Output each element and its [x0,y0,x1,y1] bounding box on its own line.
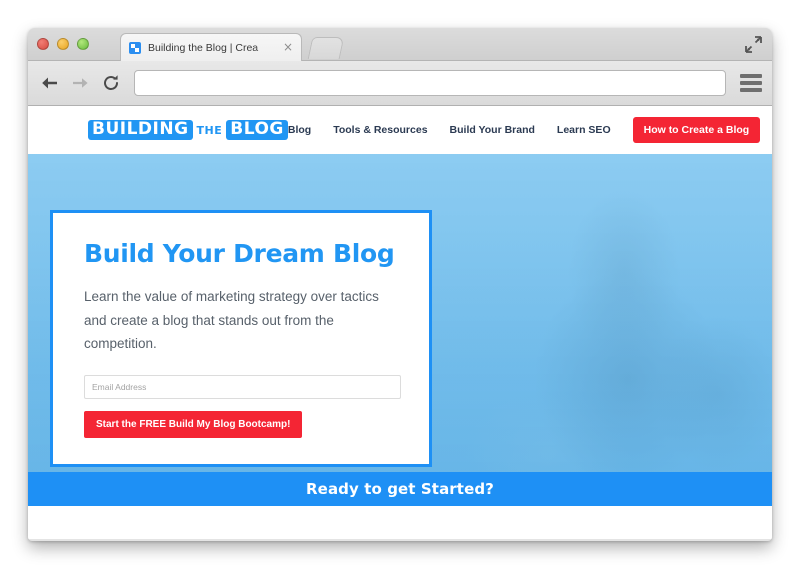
hero-card: Build Your Dream Blog Learn the value of… [50,210,432,467]
ready-to-get-started-bar[interactable]: Ready to get Started? [28,472,772,506]
hamburger-menu-icon[interactable] [740,72,762,94]
close-tab-icon[interactable]: × [281,40,295,55]
new-tab-button[interactable] [307,37,345,59]
hero-body-text: Learn the value of marketing strategy ov… [84,289,379,352]
back-button[interactable] [38,72,60,94]
nav-link-build-your-brand[interactable]: Build Your Brand [450,124,535,136]
minimize-window-button[interactable] [57,38,69,50]
email-input[interactable] [84,374,401,399]
reload-button[interactable] [100,72,122,94]
logo-word-building: BUILDING [88,120,193,140]
nav-cta-how-to-create-a-blog[interactable]: How to Create a Blog [632,117,761,143]
nav-links: Blog Tools & Resources Build Your Brand … [288,117,761,143]
logo-word-the: THE [196,123,223,137]
browser-window: Building the Blog | Crea × BUILDING THE … [28,28,772,541]
browser-tab-strip: Building the Blog | Crea × [28,28,772,61]
nav-link-learn-seo[interactable]: Learn SEO [557,124,611,136]
fullscreen-icon[interactable] [745,36,762,53]
browser-toolbar [28,61,772,106]
close-window-button[interactable] [37,38,49,50]
site-logo[interactable]: BUILDING THE BLOG [88,120,288,140]
zoom-window-button[interactable] [77,38,89,50]
browser-tab-active[interactable]: Building the Blog | Crea × [120,33,302,61]
hero-section: Build Your Dream Blog Learn the value of… [28,154,772,506]
page-viewport: BUILDING THE BLOG Blog Tools & Resources… [28,106,772,539]
tab-title: Building the Blog | Crea [148,41,259,54]
forward-button[interactable] [69,72,91,94]
hero-cta-button[interactable]: Start the FREE Build My Blog Bootcamp! [84,410,303,438]
logo-word-blog: BLOG [226,120,288,140]
hero-title: Build Your Dream Blog [84,239,395,268]
window-controls [37,38,89,50]
site-navigation: BUILDING THE BLOG Blog Tools & Resources… [28,106,772,154]
nav-link-blog[interactable]: Blog [288,124,311,136]
nav-link-tools-resources[interactable]: Tools & Resources [333,124,427,136]
favicon-icon [129,41,141,54]
address-bar[interactable] [134,70,726,96]
ready-to-get-started-text: Ready to get Started? [306,480,494,498]
